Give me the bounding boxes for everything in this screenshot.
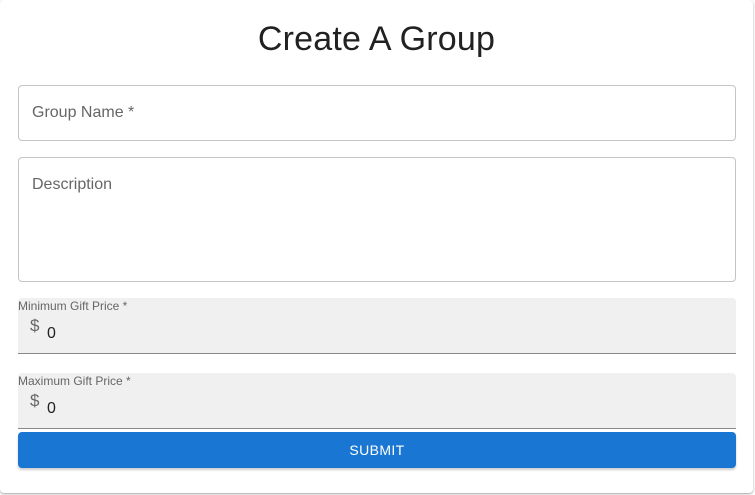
maximum-gift-price-value: 0 bbox=[47, 400, 56, 417]
submit-button[interactable]: SUBMIT bbox=[18, 432, 736, 468]
create-group-card: Create A Group Group Name * Description … bbox=[0, 0, 753, 493]
minimum-gift-price-value: 0 bbox=[47, 325, 56, 342]
minimum-gift-price-label: Minimum Gift Price * bbox=[18, 299, 128, 313]
maximum-gift-price-label: Maximum Gift Price * bbox=[18, 374, 131, 388]
minimum-gift-price-input[interactable]: Minimum Gift Price * $ 0 bbox=[18, 298, 736, 354]
maximum-gift-price-input[interactable]: Maximum Gift Price * $ 0 bbox=[18, 373, 736, 429]
dollar-sign-icon: $ bbox=[30, 316, 40, 335]
description-textarea[interactable]: Description bbox=[18, 157, 736, 282]
group-name-label: Group Name * bbox=[32, 104, 135, 121]
group-name-input[interactable]: Group Name * bbox=[18, 85, 736, 141]
page-title: Create A Group bbox=[257, 20, 496, 58]
dollar-sign-icon: $ bbox=[30, 391, 40, 410]
description-label: Description bbox=[32, 176, 113, 193]
